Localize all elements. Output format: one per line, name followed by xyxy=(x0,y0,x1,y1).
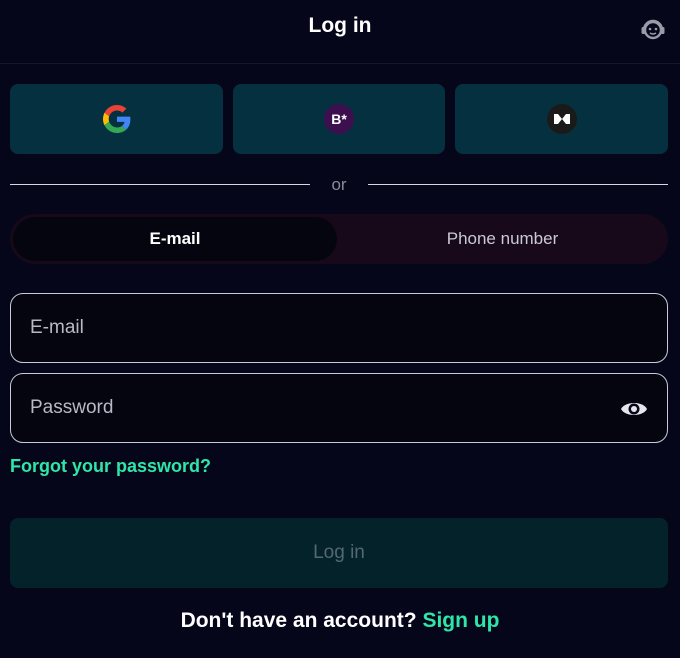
email-field[interactable] xyxy=(30,294,610,362)
mono-logo-icon xyxy=(546,104,577,134)
login-modal: Log in B* or E-mail Phone number E-mail … xyxy=(0,0,680,658)
password-field-container xyxy=(10,373,668,443)
tab-phone-number[interactable]: Phone number xyxy=(340,217,665,261)
divider-line xyxy=(368,184,668,185)
page-title: Log in xyxy=(308,14,372,37)
google-login-button[interactable] xyxy=(10,84,223,154)
bstar-icon: B* xyxy=(324,104,354,134)
tab-email[interactable]: E-mail xyxy=(13,217,337,261)
bstar-login-button[interactable]: B* xyxy=(233,84,445,154)
login-method-toggle: E-mail Phone number xyxy=(10,214,668,264)
email-field-container xyxy=(10,293,668,363)
header: Log in xyxy=(0,0,680,64)
divider-line xyxy=(10,184,310,185)
headset-icon[interactable] xyxy=(636,12,670,46)
signup-prompt: Don't have an account? Sign up xyxy=(0,609,680,633)
forgot-password-link[interactable]: Forgot your password? xyxy=(10,456,211,477)
mono-login-button[interactable] xyxy=(455,84,668,154)
eye-icon[interactable] xyxy=(619,394,649,424)
signup-prompt-text: Don't have an account? xyxy=(180,609,417,632)
social-login-row: B* xyxy=(10,84,668,154)
password-field[interactable] xyxy=(30,374,610,442)
signup-link[interactable]: Sign up xyxy=(422,609,499,632)
google-icon xyxy=(102,105,130,133)
login-button[interactable]: Log in xyxy=(10,518,668,588)
or-divider: or xyxy=(10,175,668,197)
divider-text: or xyxy=(331,175,347,194)
